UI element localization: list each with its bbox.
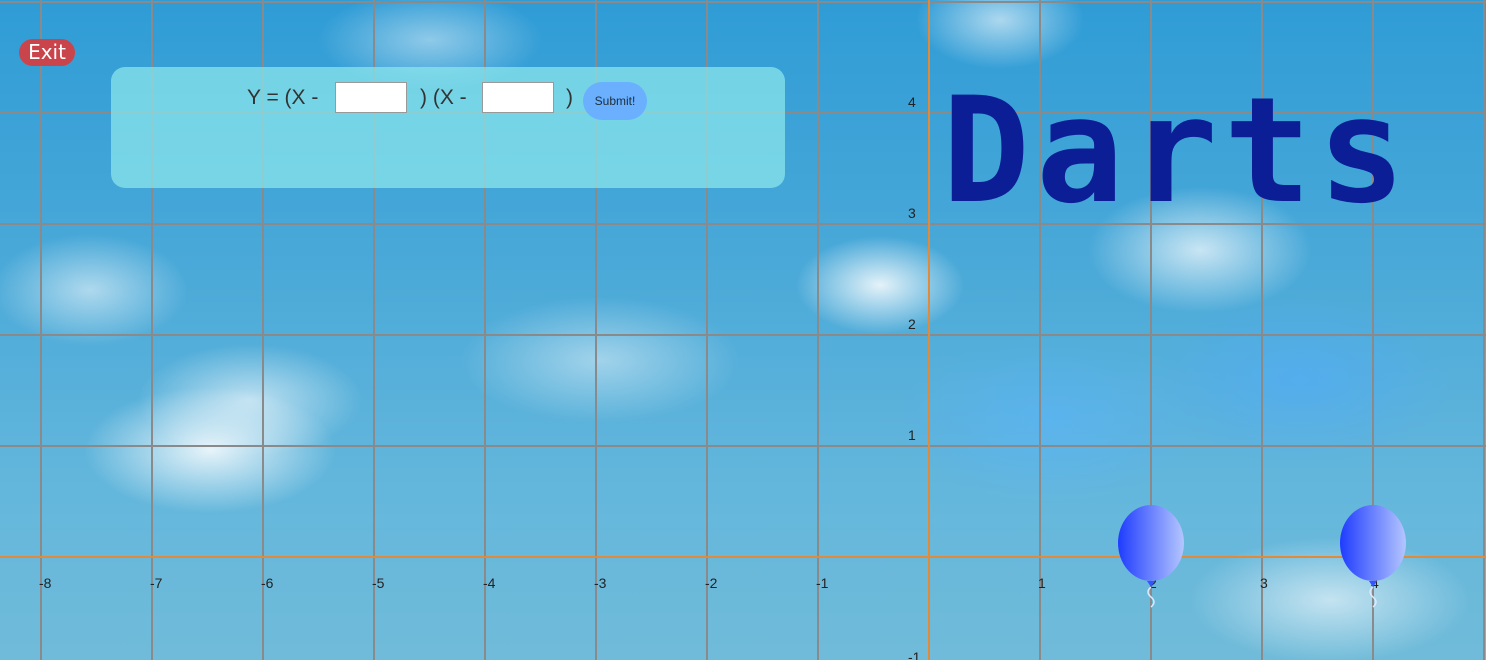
equation-prefix: Y = (X - [247, 86, 319, 109]
game-title: Darts [942, 66, 1412, 236]
x-tick-label: -2 [705, 575, 718, 591]
x-tick-label: -7 [150, 575, 163, 591]
exit-button[interactable]: Exit [19, 39, 75, 66]
y-tick-label: 3 [908, 205, 916, 221]
y-tick-label: -1 [908, 649, 921, 660]
x-tick-label: -6 [261, 575, 274, 591]
x-tick-label: -3 [594, 575, 607, 591]
y-tick-label: 4 [908, 94, 916, 110]
x-tick-label: -5 [372, 575, 385, 591]
balloon-body [1340, 505, 1406, 581]
x-tick-label: -8 [39, 575, 52, 591]
y-tick-label: 1 [908, 427, 916, 443]
x-tick-label: -1 [816, 575, 829, 591]
x-tick-label: 3 [1260, 575, 1268, 591]
root-2-input[interactable] [482, 82, 554, 113]
x-tick-label: -4 [483, 575, 496, 591]
y-tick-label: 2 [908, 316, 916, 332]
root-1-input[interactable] [335, 82, 407, 113]
equation-middle: ) (X - [420, 86, 467, 109]
submit-button[interactable]: Submit! [583, 82, 647, 120]
equation-suffix: ) [566, 86, 573, 109]
balloon-body [1118, 505, 1184, 581]
x-tick-label: 1 [1038, 575, 1046, 591]
